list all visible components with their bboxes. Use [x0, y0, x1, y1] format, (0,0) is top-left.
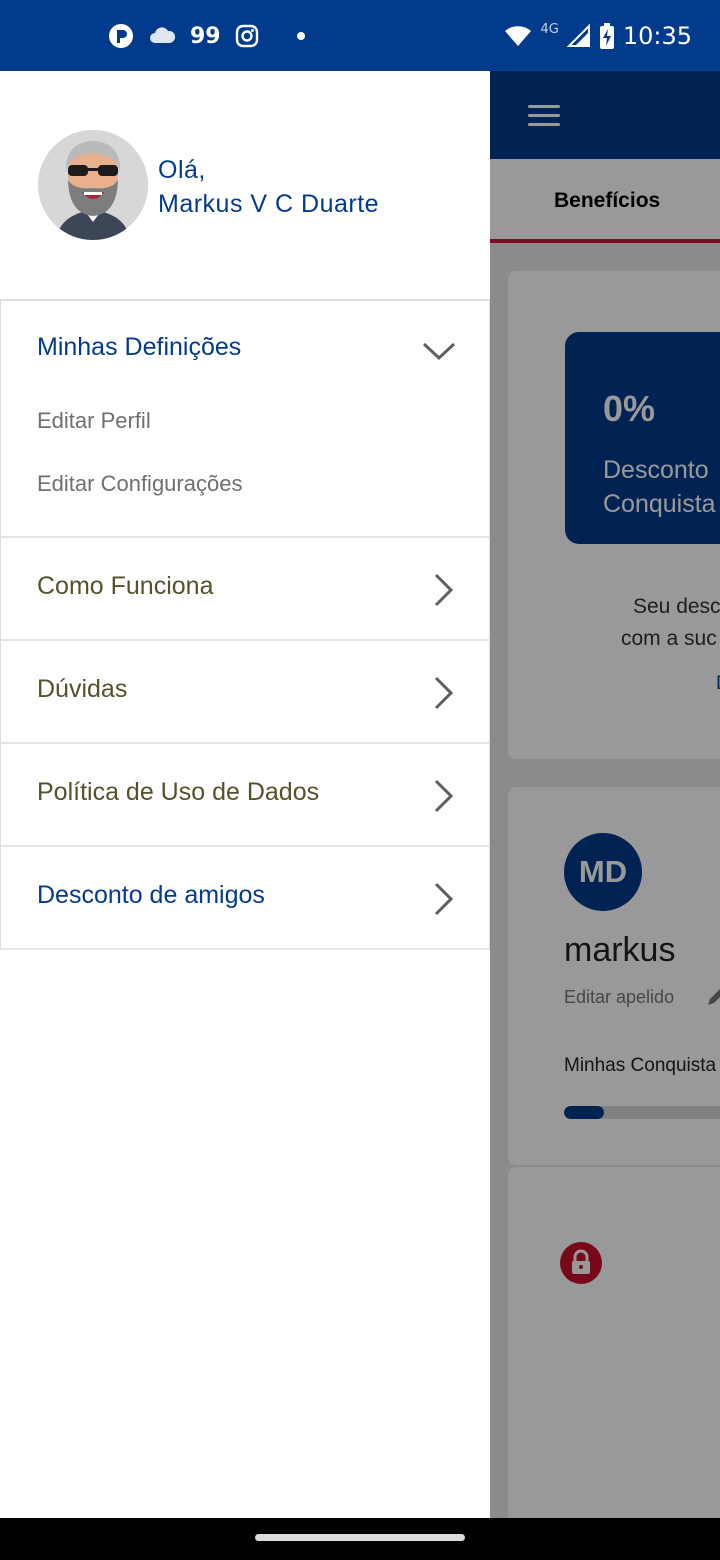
cloud-icon: [150, 27, 176, 43]
background-app: Benefícios 0% Desconto Conquista Seu des…: [490, 71, 720, 1518]
p-shield-icon: [109, 24, 133, 48]
drawer-profile-header: Olá, Markus V C Duarte: [0, 71, 490, 300]
drawer-menu: Minhas Definições Editar Perfil Editar C…: [0, 299, 490, 950]
chevron-right-icon: [434, 882, 454, 916]
home-gesture-handle[interactable]: [255, 1534, 465, 1541]
menu-section-minhas-definicoes: Minhas Definições Editar Perfil Editar C…: [0, 301, 490, 538]
menu-item-label: Desconto de amigos: [37, 881, 265, 909]
chevron-right-icon: [434, 779, 454, 813]
status-bar: 99 4G 10:35: [0, 0, 720, 71]
chevron-right-icon: [434, 573, 454, 607]
user-name: Markus V C Duarte: [158, 190, 380, 218]
signal-icon: [566, 24, 590, 47]
navigation-drawer: Olá, Markus V C Duarte Minhas Definições…: [0, 71, 490, 1518]
bearded-man-sunglasses-avatar: [38, 130, 148, 240]
menu-subitem-editar-perfil[interactable]: Editar Perfil: [37, 408, 151, 434]
wifi-icon: [505, 26, 532, 46]
status-left-icons: 99: [108, 20, 305, 52]
battery-charging-icon: [599, 23, 614, 49]
drawer-scrim[interactable]: [490, 71, 720, 1518]
dot-icon: [296, 32, 305, 40]
instagram-icon: [235, 24, 258, 48]
menu-item-politica-de-uso-de-dados[interactable]: Política de Uso de Dados: [0, 744, 490, 847]
notification-badge-count: 99: [190, 23, 221, 49]
chevron-right-icon: [434, 676, 454, 710]
menu-item-como-funciona[interactable]: Como Funciona: [0, 538, 490, 641]
menu-item-desconto-de-amigos[interactable]: Desconto de amigos: [0, 847, 490, 950]
menu-item-label: Política de Uso de Dados: [37, 778, 320, 806]
menu-item-label: Como Funciona: [37, 572, 214, 600]
greeting-block: Olá, Markus V C Duarte: [158, 153, 379, 221]
network-type-label: 4G: [540, 21, 559, 37]
menu-item-label: Dúvidas: [37, 675, 128, 703]
system-navigation-bar: [0, 1518, 720, 1560]
user-avatar: [38, 130, 148, 240]
status-right-icons: 4G 10:35: [504, 20, 692, 52]
chevron-down-icon[interactable]: [421, 339, 457, 363]
status-time: 10:35: [622, 22, 692, 50]
menu-subitem-editar-configuracoes[interactable]: Editar Configurações: [37, 471, 242, 497]
menu-item-duvidas[interactable]: Dúvidas: [0, 641, 490, 744]
menu-item-minhas-definicoes[interactable]: Minhas Definições: [37, 333, 241, 362]
greeting-text: Olá,: [158, 156, 206, 184]
